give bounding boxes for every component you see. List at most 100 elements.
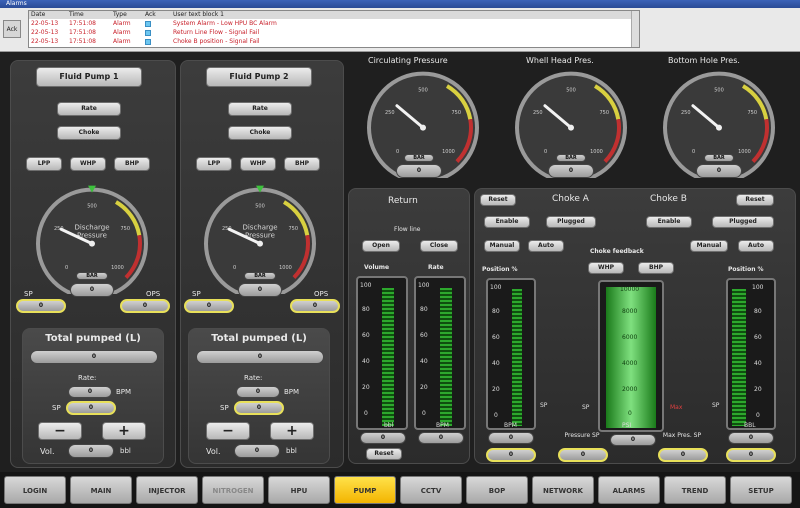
pump2-bhp-tab[interactable]: BHP xyxy=(284,157,320,171)
choke-a-sp-value[interactable]: 0 xyxy=(486,448,536,462)
ack-checkbox[interactable] xyxy=(145,20,151,27)
pump2-whp-tab[interactable]: WHP xyxy=(240,157,276,171)
alarm-time: 17:51:08 xyxy=(69,29,96,36)
pump1-title-button[interactable]: Fluid Pump 1 xyxy=(36,67,142,87)
ack-checkbox[interactable] xyxy=(145,29,151,36)
pump1-rate-unit: BPM xyxy=(116,388,132,396)
bottomhole-unit: BAR xyxy=(704,154,734,162)
alarm-scrollbar[interactable] xyxy=(631,11,639,47)
pump1-bhp-tab[interactable]: BHP xyxy=(114,157,150,171)
alarm-type: Alarm xyxy=(113,20,131,27)
return-reset-button[interactable]: Reset xyxy=(366,448,402,460)
pump2-rate-button[interactable]: Rate xyxy=(228,102,292,116)
pump1-ops-value[interactable]: 0 xyxy=(120,299,170,313)
pump1-whp-tab[interactable]: WHP xyxy=(70,157,106,171)
alarm-table: Date Time Type Ack User text block 1 22-… xyxy=(28,10,640,48)
pump1-rate-sp-value[interactable]: 0 xyxy=(66,401,116,415)
pump1-plus-button[interactable]: + xyxy=(102,422,146,440)
feedback-bhp-button[interactable]: BHP xyxy=(638,262,674,274)
gauge-tick-label: 500 xyxy=(418,88,428,94)
pump1-sp-value[interactable]: 0 xyxy=(16,299,66,313)
pump2-rate-unit: BPM xyxy=(284,388,300,396)
rate-unit: BPM xyxy=(436,422,449,429)
return-title: Return xyxy=(388,196,418,206)
flow-open-button[interactable]: Open xyxy=(362,240,400,252)
pump1-vol-value: 0 xyxy=(68,444,114,458)
vol-tick: 40 xyxy=(362,358,370,365)
choke-a-enable-button[interactable]: Enable xyxy=(484,216,530,228)
pump1-rate-value: 0 xyxy=(68,386,112,398)
pump2-total-label: Total pumped (L) xyxy=(211,333,307,344)
nav-main[interactable]: MAIN xyxy=(70,476,132,504)
pump2-rate-sp-value[interactable]: 0 xyxy=(234,401,284,415)
alarm-row[interactable]: 22-05-13 17:51:08 Alarm Return Line Flow… xyxy=(29,28,639,37)
pump2-unit: BAR xyxy=(244,272,276,280)
pump1-total-value: 0 xyxy=(30,350,158,364)
pump2-pressure-value: 0 xyxy=(238,283,282,297)
ack-checkbox[interactable] xyxy=(145,38,151,45)
alarm-type: Alarm xyxy=(113,29,131,36)
choke-b-enable-button[interactable]: Enable xyxy=(646,216,692,228)
flow-line-label: Flow line xyxy=(394,226,421,233)
pump2-ops-value[interactable]: 0 xyxy=(290,299,340,313)
pump2-choke-button[interactable]: Choke xyxy=(228,126,292,140)
choke-a-reset-button[interactable]: Reset xyxy=(480,194,516,206)
choke-b-sp-value[interactable]: 0 xyxy=(726,448,776,462)
pump2-total-value: 0 xyxy=(196,350,324,364)
ack-button[interactable]: Ack xyxy=(3,20,21,38)
nav-login[interactable]: LOGIN xyxy=(4,476,66,504)
pump1-choke-button[interactable]: Choke xyxy=(57,126,121,140)
rate-tick: 60 xyxy=(420,332,428,339)
pump1-minus-button[interactable]: − xyxy=(38,422,82,440)
choke-a-tick: 100 xyxy=(490,284,502,291)
choke-a-position-value: 0 xyxy=(488,432,534,444)
pump1-vol-unit: bbl xyxy=(120,447,131,455)
choke-b-tick: 60 xyxy=(754,334,762,341)
choke-b-unit: BBL xyxy=(744,422,756,429)
gauge-tick-label: 0 xyxy=(396,149,399,155)
choke-b-tick: 80 xyxy=(754,308,762,315)
pump2-title-button[interactable]: Fluid Pump 2 xyxy=(206,67,312,87)
choke-b-auto-button[interactable]: Auto xyxy=(738,240,774,252)
nav-cctv[interactable]: CCTV xyxy=(400,476,462,504)
nav-injector[interactable]: INJECTOR xyxy=(136,476,198,504)
alarm-text: Choke B position - Signal Fail xyxy=(173,38,260,45)
alarm-row[interactable]: 22-05-13 17:51:08 Alarm Choke B position… xyxy=(29,37,639,46)
nav-hpu[interactable]: HPU xyxy=(268,476,330,504)
feedback-max-label: Max xyxy=(670,404,683,411)
pump2-plus-button[interactable]: + xyxy=(270,422,314,440)
pump2-sp-value[interactable]: 0 xyxy=(184,299,234,313)
alarm-row[interactable]: 22-05-13 17:51:08 Alarm System Alarm - L… xyxy=(29,19,639,28)
max-pressure-sp-value[interactable]: 0 xyxy=(658,448,708,462)
choke-b-reset-button[interactable]: Reset xyxy=(736,194,774,206)
feedback-value: 0 xyxy=(610,434,656,446)
rate-tick: 100 xyxy=(418,282,430,289)
choke-a-manual-button[interactable]: Manual xyxy=(484,240,520,252)
choke-b-manual-button[interactable]: Manual xyxy=(690,240,728,252)
feedback-whp-button[interactable]: WHP xyxy=(588,262,624,274)
gauge-tick-label: 750 xyxy=(288,226,298,232)
pump1-rate-button[interactable]: Rate xyxy=(57,102,121,116)
choke-a-unit: BPM xyxy=(504,422,517,429)
nav-alarms[interactable]: ALARMS xyxy=(598,476,660,504)
choke-b-position-bar xyxy=(726,278,776,430)
nav-trend[interactable]: TREND xyxy=(664,476,726,504)
gauge-tick-label: 1000 xyxy=(279,265,292,271)
pressure-sp-value[interactable]: 0 xyxy=(558,448,608,462)
flow-close-button[interactable]: Close xyxy=(420,240,458,252)
pump2-minus-button[interactable]: − xyxy=(206,422,250,440)
choke-b-plugged-button[interactable]: Plugged xyxy=(712,216,774,228)
nav-bop[interactable]: BOP xyxy=(466,476,528,504)
choke-a-auto-button[interactable]: Auto xyxy=(528,240,564,252)
nav-pump[interactable]: PUMP xyxy=(334,476,396,504)
gauge-label: Discharge xyxy=(74,224,109,232)
nav-nitrogen[interactable]: NITROGEN xyxy=(202,476,264,504)
pump2-lpp-tab[interactable]: LPP xyxy=(196,157,232,171)
gauge-tick-label: 0 xyxy=(65,265,68,271)
nav-setup[interactable]: SETUP xyxy=(730,476,792,504)
pump1-ops-label: OPS xyxy=(146,290,161,298)
choke-a-plugged-button[interactable]: Plugged xyxy=(546,216,596,228)
pump1-lpp-tab[interactable]: LPP xyxy=(26,157,62,171)
nav-network[interactable]: NETWORK xyxy=(532,476,594,504)
pump1-unit: BAR xyxy=(76,272,108,280)
